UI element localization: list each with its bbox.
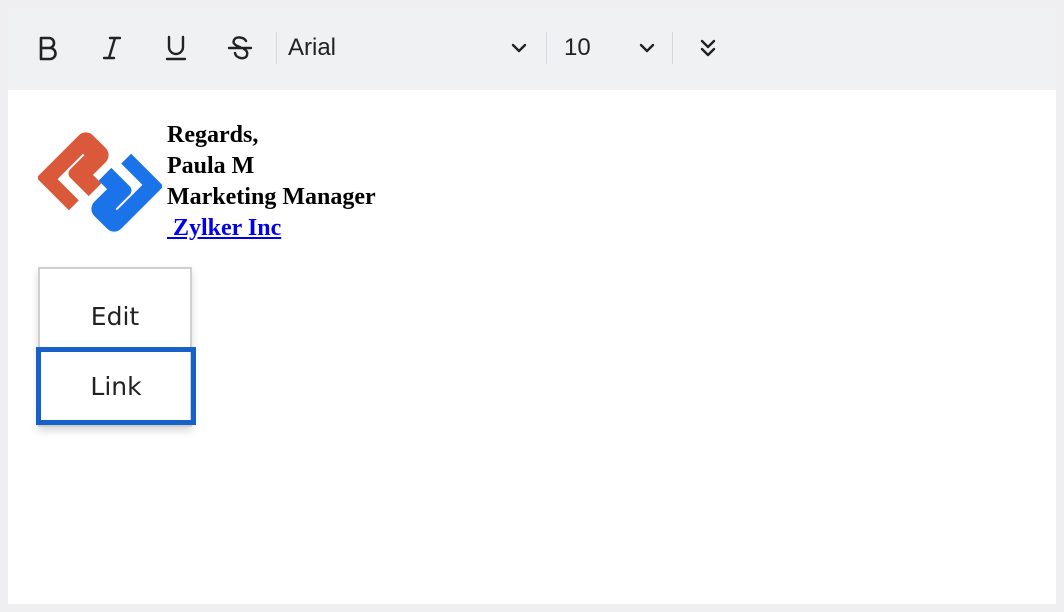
- italic-icon: [102, 36, 122, 60]
- toolbar-divider: [672, 32, 673, 64]
- italic-button[interactable]: [94, 30, 130, 66]
- font-size-value: 10: [564, 34, 591, 61]
- menu-item-edit[interactable]: Edit: [40, 281, 190, 351]
- email-signature: Regards, Paula M Marketing Manager Zylke…: [167, 120, 376, 244]
- more-options-button[interactable]: [690, 30, 726, 66]
- editor-frame: Arial 10 Regards, Paula M Marketing Mana…: [8, 8, 1056, 604]
- chevron-down-icon: [511, 43, 527, 53]
- context-menu: Edit Link: [36, 267, 196, 427]
- font-family-select[interactable]: Arial: [288, 30, 528, 66]
- company-logo: [38, 132, 162, 232]
- chevron-down-icon: [639, 43, 655, 53]
- bold-button[interactable]: [30, 30, 66, 66]
- font-family-value: Arial: [288, 34, 337, 61]
- signature-greeting: Regards,: [167, 122, 259, 148]
- toolbar-divider: [546, 32, 547, 64]
- bold-icon: [39, 36, 57, 61]
- strikethrough-button[interactable]: [222, 30, 258, 66]
- signature-title: Marketing Manager: [167, 184, 376, 210]
- underline-icon: [165, 35, 187, 61]
- toolbar-divider: [276, 32, 277, 64]
- company-link[interactable]: Zylker Inc: [167, 215, 281, 241]
- formatting-toolbar: Arial 10: [8, 8, 1056, 90]
- underline-button[interactable]: [158, 30, 194, 66]
- menu-item-link[interactable]: Link: [36, 347, 196, 425]
- font-size-select[interactable]: 10: [564, 30, 656, 66]
- signature-name: Paula M: [167, 153, 255, 179]
- strikethrough-icon: [227, 36, 253, 60]
- double-chevron-down-icon: [700, 39, 716, 57]
